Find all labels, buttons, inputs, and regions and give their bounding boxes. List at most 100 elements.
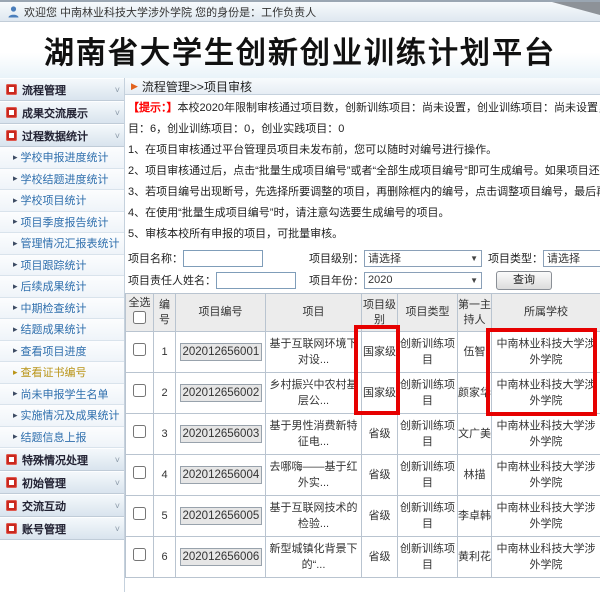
sidebar-item-school-apply-progress[interactable]: ▸ 学校申报进度统计: [0, 147, 124, 169]
header-project-code: 项目编号: [176, 294, 266, 332]
row-checkbox[interactable]: [133, 548, 146, 561]
breadcrumb-arrow-icon: ▶: [131, 81, 138, 92]
user-icon: [8, 6, 19, 18]
triangle-bullet-icon: ▸: [13, 388, 18, 399]
instruction-line: 2、项目审核通过后，点击“批量生成项目编号”或者“全部生成项目编号”即可生成编号…: [128, 161, 600, 182]
sidebar-section-communication[interactable]: 交流互动 ˅: [0, 494, 124, 517]
project-title: 基于互联网环境下对设...: [266, 332, 362, 373]
project-type: 创新训练项目: [398, 496, 458, 537]
project-level-select[interactable]: 请选择 ▼: [364, 250, 482, 267]
row-checkbox[interactable]: [133, 466, 146, 479]
instruction-line: 3、若项目编号出现断号，先选择所要调整的项目，再删除框内的编号，点击调整项目编号…: [128, 182, 600, 203]
table-row: 4 去哪嗨——基于红外实... 省级 创新训练项目 林描 中南林业科技大学涉外学…: [126, 455, 600, 496]
row-checkbox[interactable]: [133, 343, 146, 356]
chevron-down-icon: ˅: [115, 108, 120, 118]
sidebar-item-project-track-stats[interactable]: ▸ 项目跟踪统计: [0, 255, 124, 277]
project-school: 中南林业科技大学涉外学院: [492, 496, 600, 537]
project-type-select[interactable]: 请选择 ▼: [543, 250, 600, 267]
project-person: 李卓韩: [458, 496, 492, 537]
sidebar-item-school-close-progress[interactable]: ▸ 学校结题进度统计: [0, 169, 124, 191]
project-person: 颜家华: [458, 373, 492, 414]
sidebar-item-implementation-stats[interactable]: ▸ 实施情况及成果统计: [0, 405, 124, 427]
sidebar-item-midterm-check-stats[interactable]: ▸ 中期检查统计: [0, 298, 124, 320]
project-name-input[interactable]: [183, 250, 263, 267]
project-type: 创新训练项目: [398, 414, 458, 455]
project-school: 中南林业科技大学涉外学院: [492, 455, 600, 496]
table-row: 6 新型城镇化背景下的“... 省级 创新训练项目 黄利花 中南林业科技大学涉外…: [126, 537, 600, 578]
project-code-input[interactable]: [180, 466, 262, 484]
row-index: 2: [154, 373, 176, 414]
row-index: 5: [154, 496, 176, 537]
section-icon: [6, 130, 17, 141]
person-name-input[interactable]: [216, 272, 296, 289]
instruction-line: 1、在项目审核通过平台管理员项目未发布前，您可以随时对编号进行操作。: [128, 140, 600, 161]
sidebar-item-mgmt-report-stats[interactable]: ▸ 管理情况汇报表统计: [0, 233, 124, 255]
row-checkbox[interactable]: [133, 425, 146, 438]
project-code-input[interactable]: [180, 507, 262, 525]
row-checkbox[interactable]: [133, 384, 146, 397]
project-code-input[interactable]: [180, 343, 262, 361]
triangle-bullet-icon: ▸: [13, 345, 18, 356]
sidebar-item-view-certificate-no[interactable]: ▸ 查看证书编号: [0, 362, 124, 384]
section-icon: [6, 477, 17, 488]
sidebar-section-special-cases[interactable]: 特殊情况处理 ˅: [0, 448, 124, 471]
top-bar: 欢迎您 中南林业科技大学涉外学院 您的身份是：工作负责人: [0, 0, 600, 22]
projects-table-wrap: 全选 编号 项目编号 项目 项目级别 项目类型 第一主持人 所属学校: [125, 293, 600, 578]
header-no: 编号: [154, 294, 176, 332]
select-all-checkbox[interactable]: [133, 311, 146, 324]
triangle-bullet-icon: ▸: [13, 173, 18, 184]
sidebar-item-followup-results-stats[interactable]: ▸ 后续成果统计: [0, 276, 124, 298]
sidebar-section-results-show[interactable]: 成果交流展示 ˅: [0, 101, 124, 124]
project-school: 中南林业科技大学涉外学院: [492, 373, 600, 414]
triangle-bullet-icon: ▸: [13, 281, 18, 292]
sidebar-item-school-project-stats[interactable]: ▸ 学校项目统计: [0, 190, 124, 212]
row-checkbox[interactable]: [133, 507, 146, 520]
project-person: 文广美: [458, 414, 492, 455]
project-code-input[interactable]: [180, 425, 262, 443]
sidebar-section-init-mgmt[interactable]: 初始管理 ˅: [0, 471, 124, 494]
header-project: 项目: [266, 294, 362, 332]
project-name-label: 项目名称：: [128, 250, 183, 266]
table-row: 5 基于互联网技术的检验... 省级 创新训练项目 李卓韩 中南林业科技大学涉外…: [126, 496, 600, 537]
header-level: 项目级别: [362, 294, 398, 332]
row-index: 6: [154, 537, 176, 578]
triangle-bullet-icon: ▸: [13, 431, 18, 442]
corner-decoration: [552, 2, 600, 15]
sidebar-section-process-stats[interactable]: 过程数据统计 ˅: [0, 124, 124, 147]
sidebar-item-view-project-progress[interactable]: ▸ 查看项目进度: [0, 341, 124, 363]
project-level: 省级: [362, 414, 398, 455]
header-type: 项目类型: [398, 294, 458, 332]
sidebar-item-closing-info-upload[interactable]: ▸ 结题信息上报: [0, 427, 124, 449]
chevron-down-icon: ˅: [115, 501, 120, 511]
sidebar-section-account-mgmt[interactable]: 账号管理 ˅: [0, 517, 124, 540]
welcome-text: 欢迎您 中南林业科技大学涉外学院 您的身份是：工作负责人: [24, 4, 316, 20]
dropdown-caret-icon: ▼: [470, 254, 478, 263]
chevron-down-icon: ˅: [115, 85, 120, 95]
project-title: 乡村振兴中农村基层公...: [266, 373, 362, 414]
header-select-all: 全选: [126, 294, 154, 332]
project-year-select[interactable]: 2020 ▼: [364, 272, 482, 289]
chevron-down-icon: ˅: [115, 455, 120, 465]
sidebar-item-not-applied-students[interactable]: ▸ 尚未申报学生名单: [0, 384, 124, 406]
project-type-label: 项目类型：: [488, 250, 543, 266]
project-person: 林描: [458, 455, 492, 496]
page: 欢迎您 中南林业科技大学涉外学院 您的身份是：工作负责人 湖南省大学生创新创业训…: [0, 0, 600, 592]
project-school: 中南林业科技大学涉外学院: [492, 537, 600, 578]
project-title: 基于男性消费新特征电...: [266, 414, 362, 455]
sidebar-section-process-mgmt[interactable]: 流程管理 ˅: [0, 78, 124, 101]
search-button[interactable]: 查询: [496, 271, 552, 290]
project-type: 创新训练项目: [398, 373, 458, 414]
triangle-bullet-icon: ▸: [13, 152, 18, 163]
section-icon: [6, 107, 17, 118]
triangle-bullet-icon: ▸: [13, 410, 18, 421]
projects-table: 全选 编号 项目编号 项目 项目级别 项目类型 第一主持人 所属学校: [125, 293, 600, 578]
project-level: 国家级: [362, 373, 398, 414]
notice-line-2: 目：6，创业训练项目：0，创业实践项目：0: [128, 119, 600, 140]
project-code-input[interactable]: [180, 384, 262, 402]
sidebar-item-closing-results-stats[interactable]: ▸ 结题成果统计: [0, 319, 124, 341]
project-code-input[interactable]: [180, 548, 262, 566]
sidebar-item-quarter-report-stats[interactable]: ▸ 项目季度报告统计: [0, 212, 124, 234]
project-type: 创新训练项目: [398, 537, 458, 578]
triangle-bullet-icon: ▸: [13, 324, 18, 335]
project-title: 基于互联网技术的检验...: [266, 496, 362, 537]
